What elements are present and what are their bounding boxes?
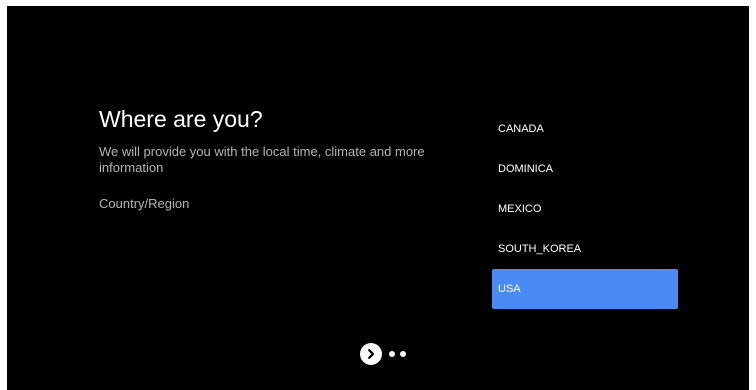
country-item-south-korea[interactable]: SOUTH_KOREA [492,229,678,269]
page-title: Where are you? [99,106,263,132]
country-region-label: Country/Region [99,196,190,211]
country-item-mexico[interactable]: MEXICO [492,189,678,229]
country-item-usa[interactable]: USA [492,269,678,309]
page-dot [400,351,406,357]
country-item-dominica[interactable]: DOMINICA [492,149,678,189]
country-item-canada[interactable]: CANADA [492,109,678,149]
country-list: CANADA DOMINICA MEXICO SOUTH_KOREA USA [492,109,678,309]
chevron-right-icon [368,349,375,359]
next-button[interactable] [360,343,382,365]
setup-screen: Where are you? We will provide you with … [7,6,749,390]
page-description: We will provide you with the local time,… [99,144,425,175]
page-dot [389,351,395,357]
page-indicator [360,343,406,365]
